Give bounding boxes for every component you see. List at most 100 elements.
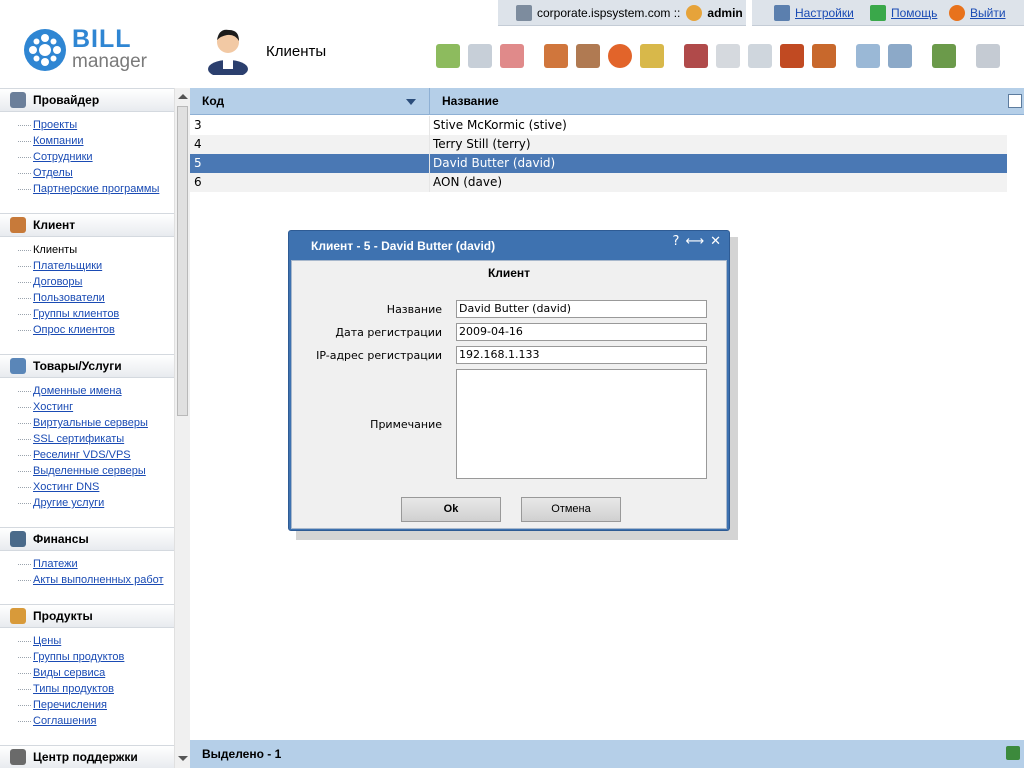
sidebar-item-label[interactable]: Перечисления — [33, 699, 107, 711]
sidebar-item-label[interactable]: Реселинг VDS/VPS — [33, 449, 131, 461]
logout-link-label[interactable]: Выйти — [970, 6, 1006, 20]
name-input[interactable]: David Butter (david) — [456, 300, 707, 318]
table-row[interactable]: 6 AON (dave) — [190, 173, 1007, 192]
sidebar-item-label[interactable]: Партнерские программы — [33, 183, 159, 195]
sidebar-item[interactable]: Отделы — [18, 165, 174, 181]
stamp-icon[interactable] — [780, 44, 804, 68]
sidebar-item[interactable]: Пользователи — [18, 290, 174, 306]
sidebar-item-label[interactable]: Отделы — [33, 167, 73, 179]
sidebar-item-label[interactable]: Хостинг — [33, 401, 73, 413]
sidebar-item[interactable]: Доменные имена — [18, 383, 174, 399]
sidebar-section-header[interactable]: Центр поддержки — [0, 745, 174, 768]
sidebar-item[interactable]: Акты выполненных работ — [18, 572, 174, 588]
sort-desc-icon[interactable] — [406, 99, 416, 105]
document-icon[interactable] — [716, 44, 740, 68]
scroll-thumb[interactable] — [177, 106, 188, 416]
sidebar-section-header[interactable]: Товары/Услуги — [0, 354, 174, 378]
settings-link-label[interactable]: Настройки — [795, 6, 854, 20]
login-as-icon[interactable] — [976, 44, 1000, 68]
sidebar-section-header[interactable]: Продукты — [0, 604, 174, 628]
sidebar-item-label[interactable]: Клиенты — [33, 244, 77, 256]
sidebar-item[interactable]: Компании — [18, 133, 174, 149]
logout-link[interactable]: Выйти — [949, 0, 1006, 26]
users-icon[interactable] — [544, 44, 568, 68]
sidebar-item[interactable]: Перечисления — [18, 697, 174, 713]
sidebar-section-header[interactable]: Провайдер — [0, 88, 174, 112]
sidebar-item[interactable]: Хостинг — [18, 399, 174, 415]
settings-link[interactable]: Настройки — [774, 0, 854, 26]
sidebar-item-label[interactable]: Цены — [33, 635, 61, 647]
sidebar-item[interactable]: Хостинг DNS — [18, 479, 174, 495]
table-row[interactable]: 5 David Butter (david) — [190, 154, 1007, 173]
sidebar-item-label[interactable]: Договоры — [33, 276, 82, 288]
column-id[interactable]: Код — [190, 88, 430, 115]
help-icon[interactable]: ? — [673, 234, 680, 249]
sidebar-item[interactable]: Плательщики — [18, 258, 174, 274]
help-link[interactable]: Помощь — [870, 0, 937, 26]
sidebar-item-label[interactable]: Хостинг DNS — [33, 481, 99, 493]
filter-icon[interactable] — [888, 44, 912, 68]
add-icon[interactable] — [436, 44, 460, 68]
sidebar-item[interactable]: Типы продуктов — [18, 681, 174, 697]
sidebar-section-header[interactable]: Клиент — [0, 213, 174, 237]
sidebar-item[interactable]: Реселинг VDS/VPS — [18, 447, 174, 463]
sidebar-item-label[interactable]: Опрос клиентов — [33, 324, 115, 336]
ok-button[interactable]: Ok — [401, 497, 501, 522]
sidebar-item-label[interactable]: Другие услуги — [33, 497, 104, 509]
filter-smile-icon[interactable] — [856, 44, 880, 68]
close-icon[interactable]: ✕ — [710, 234, 721, 249]
sidebar-item-label[interactable]: Виды сервиса — [33, 667, 105, 679]
edit-icon[interactable] — [468, 44, 492, 68]
sidebar-item-label[interactable]: Плательщики — [33, 260, 102, 272]
sidebar-item[interactable]: Платежи — [18, 556, 174, 572]
sidebar-item-label[interactable]: Соглашения — [33, 715, 97, 727]
sidebar-item[interactable]: Проекты — [18, 117, 174, 133]
sidebar-item-label[interactable]: Сотрудники — [33, 151, 93, 163]
sidebar-item[interactable]: Опрос клиентов — [18, 322, 174, 338]
note-textarea[interactable] — [456, 369, 707, 479]
sidebar-section-header[interactable]: Финансы — [0, 527, 174, 551]
discount-icon[interactable] — [608, 44, 632, 68]
date-input[interactable]: 2009-04-16 — [456, 323, 707, 341]
sidebar-item[interactable]: Соглашения — [18, 713, 174, 729]
sidebar-item[interactable]: SSL сертификаты — [18, 431, 174, 447]
sidebar-item-label[interactable]: Виртуальные серверы — [33, 417, 148, 429]
sidebar-item[interactable]: Выделенные серверы — [18, 463, 174, 479]
books-icon[interactable] — [576, 44, 600, 68]
wallet-icon[interactable] — [812, 44, 836, 68]
table-row[interactable]: 3 Stive McKormic (stive) — [190, 116, 1007, 135]
sidebar-item-label[interactable]: Выделенные серверы — [33, 465, 146, 477]
sidebar-item[interactable]: Сотрудники — [18, 149, 174, 165]
sidebar-item[interactable]: Виртуальные серверы — [18, 415, 174, 431]
sidebar-item-label[interactable]: Компании — [33, 135, 84, 147]
cart-icon[interactable] — [684, 44, 708, 68]
sidebar-item[interactable]: Партнерские программы — [18, 181, 174, 197]
sidebar-item-label[interactable]: Пользователи — [33, 292, 105, 304]
help-link-label[interactable]: Помощь — [891, 6, 937, 20]
column-settings-icon[interactable] — [1008, 94, 1022, 108]
delete-icon[interactable] — [500, 44, 524, 68]
sidebar-item-label[interactable]: Типы продуктов — [33, 683, 114, 695]
balance-icon[interactable] — [640, 44, 664, 68]
ip-input[interactable]: 192.168.1.133 — [456, 346, 707, 364]
sidebar-item[interactable]: Другие услуги — [18, 495, 174, 511]
sidebar-item[interactable]: Договоры — [18, 274, 174, 290]
sidebar-item[interactable]: Группы клиентов — [18, 306, 174, 322]
invoice-icon[interactable] — [748, 44, 772, 68]
sidebar-scrollbar[interactable] — [174, 88, 190, 768]
scroll-down-icon[interactable] — [178, 756, 188, 761]
export-excel-icon[interactable] — [1006, 746, 1020, 760]
sidebar-item[interactable]: Виды сервиса — [18, 665, 174, 681]
sidebar-item[interactable]: Цены — [18, 633, 174, 649]
sidebar-item[interactable]: Клиенты — [18, 242, 174, 258]
sidebar-item-label[interactable]: Группы продуктов — [33, 651, 124, 663]
column-name[interactable]: Название — [442, 88, 499, 115]
sidebar-item-label[interactable]: SSL сертификаты — [33, 433, 124, 445]
scroll-up-icon[interactable] — [178, 94, 188, 99]
user-mail-icon[interactable] — [932, 44, 956, 68]
cancel-button[interactable]: Отмена — [521, 497, 621, 522]
sidebar-item[interactable]: Группы продуктов — [18, 649, 174, 665]
sidebar-item-label[interactable]: Группы клиентов — [33, 308, 119, 320]
resize-icon[interactable]: ⟷ — [685, 234, 704, 249]
sidebar-item-label[interactable]: Проекты — [33, 119, 77, 131]
